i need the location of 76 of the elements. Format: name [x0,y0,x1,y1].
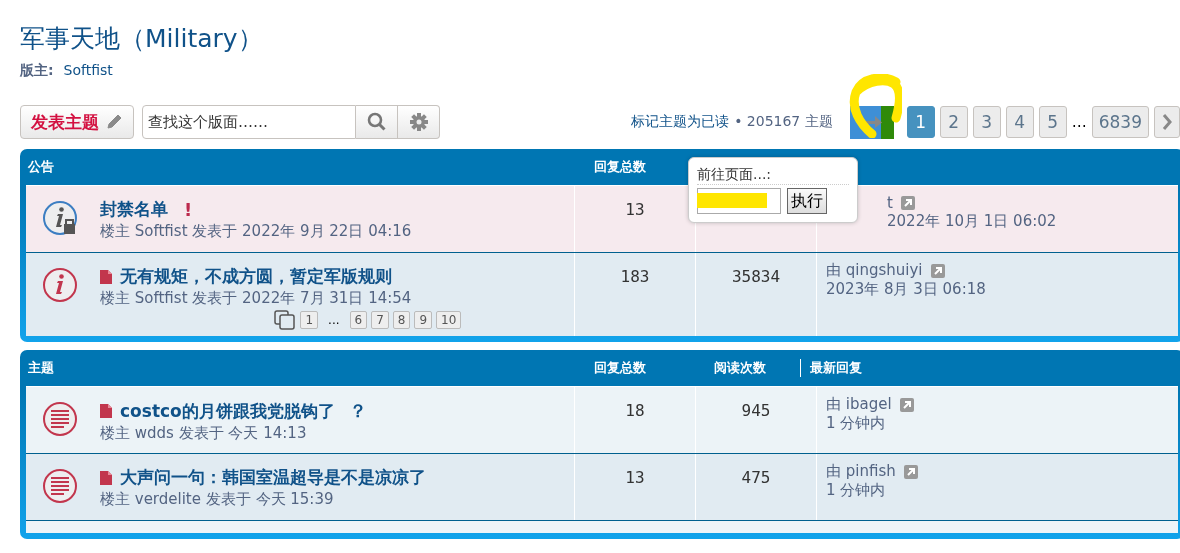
go-button[interactable]: 执行 [787,188,827,214]
topic-count: • 205167 主题 [734,113,833,131]
pagination-ellipsis: ... [328,313,340,327]
advanced-search-button[interactable] [398,105,440,139]
last-post-time: 2022年 10月 1日 06:02 [887,212,1058,231]
page-button[interactable]: 6839 [1091,106,1149,138]
search-icon [366,112,387,132]
pencil-icon [105,113,123,131]
reply-count: 18 [625,401,645,420]
jump-label: 前往页面...: [697,166,849,185]
topic-meta: 楼主 verdelite 发表于 今天 15:39 [100,490,335,509]
locked-info-icon [42,200,78,236]
topic-row[interactable] [26,520,1178,533]
page-button[interactable]: 7 [371,311,389,329]
topic-icon [42,468,78,504]
view-count: 35834 [731,267,781,286]
next-page-button[interactable] [1154,106,1180,138]
page-button[interactable]: 1 [300,311,319,329]
last-post-author[interactable]: t [887,194,893,212]
external-link-icon [900,196,915,210]
gear-icon [408,112,429,132]
topic-row[interactable]: 大声问一句：韩国室温超导是不是凉凉了 楼主 verdelite 发表于 今天 15:39 13 475 由 pinfish 1 分钟内 [26,453,1178,520]
reply-count: 13 [625,200,645,219]
reply-count: 13 [625,468,645,487]
topic-meta: 楼主 Softfist 发表于 2022年 9月 22日 04:16 [100,222,412,241]
column-header: 回复总数 [594,159,646,174]
external-link-icon [903,464,918,479]
view-count: 945 [741,401,771,420]
page-button[interactable]: 8 [392,311,411,329]
search-button[interactable] [356,105,398,139]
page-button[interactable]: 9 [414,311,433,329]
last-post-time: 2023年 8月 3日 06:18 [826,280,987,299]
page-button[interactable]: 6 [349,311,368,329]
topic-meta: 楼主 Softfist 发表于 2022年 7月 31日 14:54 [100,289,412,308]
mark-read-link[interactable]: 标记主题为已读 [631,113,730,131]
search-field[interactable]: 查找这个版面…… [142,105,356,139]
topic-title-link[interactable]: 大声问一句：韩国室温超导是不是凉凉了 [120,466,426,489]
page-button[interactable]: 5 [1038,106,1067,138]
column-header: 公告 [28,159,54,174]
column-header: 最新回复 [810,360,862,375]
column-header: 阅读次数 [714,360,766,375]
view-count: 475 [741,468,771,487]
page-button[interactable]: 1 [906,106,935,138]
topic-title-link[interactable]: 封禁名单 [100,198,168,221]
page-button[interactable]: 3 [972,106,1001,138]
new-topic-button[interactable]: 发表主题 [20,105,134,139]
page-button[interactable]: 10 [436,311,462,329]
column-header: 回复总数 [594,360,646,375]
page-number-field[interactable] [697,188,781,214]
last-post-time: 1 分钟内 [826,481,887,500]
page-button[interactable]: 2 [939,106,968,138]
page-button[interactable]: 4 [1005,106,1034,138]
topic-meta: 楼主 wdds 发表于 今天 14:13 [100,424,308,443]
last-post-author[interactable]: 由 pinfish [826,462,896,481]
topic-title-link[interactable]: 无有规矩，不成方圆，暂定军版规则 [120,265,392,288]
highlighter-mark [697,193,767,208]
moderator-link[interactable]: Softfist [63,62,113,80]
topic-title-link[interactable]: costco的月饼跟我党脱钩了 [120,399,335,423]
reply-count: 183 [620,267,650,286]
external-link-icon [930,263,945,278]
moderator-label: 版主: [20,62,54,80]
topic-icon [42,401,78,437]
last-post-time: 1 分钟内 [826,414,887,433]
topic-row[interactable]: 无有规矩，不成方圆，暂定军版规则 楼主 Softfist 发表于 2022年 7月 31日 14:54 1 ... 6 7 8 9 10 183 35834 由 qingshuiyi 2023年 8月 3日 06:18 [26,252,1178,336]
chevron-right-icon [1162,114,1172,130]
pages-icon [274,310,297,330]
last-post-author[interactable]: 由 qingshuiyi [826,261,923,280]
last-post-author[interactable]: 由 ibagel [826,395,892,414]
pagination-ellipsis: … [1071,113,1087,131]
exclamation-mark: ! [184,199,193,220]
external-link-icon [899,397,914,412]
forum-title[interactable]: 军事天地（Military） [20,0,1180,58]
info-icon [42,267,78,303]
column-header: 主题 [28,360,54,375]
topic-row[interactable]: costco的月饼跟我党脱钩了 ？ 楼主 wdds 发表于 今天 14:13 18 945 由 ibagel 1 分钟内 [26,386,1178,453]
question-mark: ？ [348,399,367,423]
